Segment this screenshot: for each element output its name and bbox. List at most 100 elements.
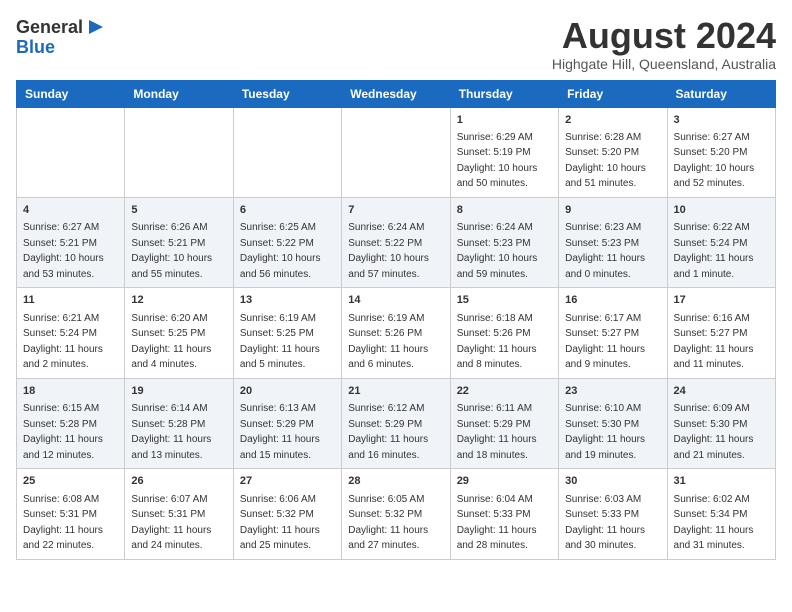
day-info: Sunrise: 6:06 AM Sunset: 5:32 PM Dayligh… (240, 494, 320, 552)
day-info: Sunrise: 6:27 AM Sunset: 5:20 PM Dayligh… (674, 132, 755, 190)
calendar-cell: 5 Sunrise: 6:26 AM Sunset: 5:21 PM Daylig… (125, 197, 233, 287)
calendar-cell: 19 Sunrise: 6:14 AM Sunset: 5:28 PM Dayli… (125, 378, 233, 468)
calendar-cell: 24 Sunrise: 6:09 AM Sunset: 5:30 PM Dayli… (667, 378, 775, 468)
header-thursday: Thursday (450, 80, 558, 107)
calendar-cell: 29 Sunrise: 6:04 AM Sunset: 5:33 PM Dayli… (450, 469, 558, 559)
day-number: 12 (131, 293, 226, 308)
calendar-cell: 30 Sunrise: 6:03 AM Sunset: 5:33 PM Dayli… (559, 469, 667, 559)
calendar-cell: 21 Sunrise: 6:12 AM Sunset: 5:29 PM Dayli… (342, 378, 450, 468)
calendar-cell: 6 Sunrise: 6:25 AM Sunset: 5:22 PM Daylig… (233, 197, 341, 287)
day-number: 30 (565, 474, 660, 489)
calendar-cell: 20Sunrise: 6:13 AM Sunset: 5:29 PM Dayli… (233, 378, 341, 468)
calendar-cell (125, 107, 233, 197)
day-number: 22 (457, 384, 552, 399)
day-info: Sunrise: 6:23 AM Sunset: 5:23 PM Dayligh… (565, 222, 645, 280)
day-info: Sunrise: 6:22 AM Sunset: 5:24 PM Dayligh… (674, 222, 754, 280)
calendar-cell: 31 Sunrise: 6:02 AM Sunset: 5:34 PM Dayli… (667, 469, 775, 559)
day-info: Sunrise: 6:28 AM Sunset: 5:20 PM Dayligh… (565, 132, 646, 190)
logo: General Blue (16, 16, 107, 58)
header-tuesday: Tuesday (233, 80, 341, 107)
day-info: Sunrise: 6:12 AM Sunset: 5:29 PM Dayligh… (348, 403, 428, 461)
day-number: 13 (240, 293, 335, 308)
header-saturday: Saturday (667, 80, 775, 107)
day-info: Sunrise: 6:08 AM Sunset: 5:31 PM Dayligh… (23, 494, 103, 552)
day-number: 9 (565, 203, 660, 218)
day-number: 8 (457, 203, 552, 218)
calendar-cell: 12Sunrise: 6:20 AM Sunset: 5:25 PM Dayli… (125, 288, 233, 378)
day-number: 21 (348, 384, 443, 399)
header-friday: Friday (559, 80, 667, 107)
day-number: 25 (23, 474, 118, 489)
day-number: 29 (457, 474, 552, 489)
day-info: Sunrise: 6:24 AM Sunset: 5:22 PM Dayligh… (348, 222, 429, 280)
day-number: 19 (131, 384, 226, 399)
day-number: 1 (457, 113, 552, 128)
day-number: 11 (23, 293, 118, 308)
day-number: 23 (565, 384, 660, 399)
day-info: Sunrise: 6:14 AM Sunset: 5:28 PM Dayligh… (131, 403, 211, 461)
calendar-cell (342, 107, 450, 197)
day-number: 27 (240, 474, 335, 489)
day-number: 2 (565, 113, 660, 128)
day-number: 28 (348, 474, 443, 489)
calendar-cell: 13 Sunrise: 6:19 AM Sunset: 5:25 PM Dayli… (233, 288, 341, 378)
calendar-cell: 2 Sunrise: 6:28 AM Sunset: 5:20 PM Daylig… (559, 107, 667, 197)
day-info: Sunrise: 6:15 AM Sunset: 5:28 PM Dayligh… (23, 403, 103, 461)
day-info: Sunrise: 6:05 AM Sunset: 5:32 PM Dayligh… (348, 494, 428, 552)
day-number: 24 (674, 384, 769, 399)
calendar-cell: 15Sunrise: 6:18 AM Sunset: 5:26 PM Dayli… (450, 288, 558, 378)
day-info: Sunrise: 6:11 AM Sunset: 5:29 PM Dayligh… (457, 403, 537, 461)
day-number: 18 (23, 384, 118, 399)
calendar-cell: 18 Sunrise: 6:15 AM Sunset: 5:28 PM Dayli… (17, 378, 125, 468)
calendar-week-5: 25 Sunrise: 6:08 AM Sunset: 5:31 PM Dayli… (17, 469, 776, 559)
day-info: Sunrise: 6:21 AM Sunset: 5:24 PM Dayligh… (23, 313, 103, 371)
header-sunday: Sunday (17, 80, 125, 107)
calendar-cell: 27 Sunrise: 6:06 AM Sunset: 5:32 PM Dayli… (233, 469, 341, 559)
day-number: 16 (565, 293, 660, 308)
header-monday: Monday (125, 80, 233, 107)
day-info: Sunrise: 6:03 AM Sunset: 5:33 PM Dayligh… (565, 494, 645, 552)
calendar-cell: 16Sunrise: 6:17 AM Sunset: 5:27 PM Dayli… (559, 288, 667, 378)
day-info: Sunrise: 6:24 AM Sunset: 5:23 PM Dayligh… (457, 222, 538, 280)
logo-general: General (16, 18, 83, 36)
day-number: 5 (131, 203, 226, 218)
day-info: Sunrise: 6:25 AM Sunset: 5:22 PM Dayligh… (240, 222, 321, 280)
day-info: Sunrise: 6:04 AM Sunset: 5:33 PM Dayligh… (457, 494, 537, 552)
calendar-cell: 17Sunrise: 6:16 AM Sunset: 5:27 PM Dayli… (667, 288, 775, 378)
day-info: Sunrise: 6:19 AM Sunset: 5:25 PM Dayligh… (240, 313, 320, 371)
day-number: 7 (348, 203, 443, 218)
calendar-cell: 11 Sunrise: 6:21 AM Sunset: 5:24 PM Dayli… (17, 288, 125, 378)
day-info: Sunrise: 6:27 AM Sunset: 5:21 PM Dayligh… (23, 222, 104, 280)
header-wednesday: Wednesday (342, 80, 450, 107)
day-number: 31 (674, 474, 769, 489)
day-number: 14 (348, 293, 443, 308)
calendar-cell: 22 Sunrise: 6:11 AM Sunset: 5:29 PM Dayli… (450, 378, 558, 468)
day-info: Sunrise: 6:19 AM Sunset: 5:26 PM Dayligh… (348, 313, 428, 371)
calendar-cell: 10Sunrise: 6:22 AM Sunset: 5:24 PM Dayli… (667, 197, 775, 287)
day-info: Sunrise: 6:26 AM Sunset: 5:21 PM Dayligh… (131, 222, 212, 280)
page-title: August 2024 (552, 16, 776, 56)
day-number: 17 (674, 293, 769, 308)
calendar-cell (17, 107, 125, 197)
day-info: Sunrise: 6:02 AM Sunset: 5:34 PM Dayligh… (674, 494, 754, 552)
calendar-week-1: 1Sunrise: 6:29 AM Sunset: 5:19 PM Daylig… (17, 107, 776, 197)
page-header: General Blue August 2024 Highgate Hill, … (16, 16, 776, 72)
day-number: 3 (674, 113, 769, 128)
title-section: August 2024 Highgate Hill, Queensland, A… (552, 16, 776, 72)
day-info: Sunrise: 6:07 AM Sunset: 5:31 PM Dayligh… (131, 494, 211, 552)
calendar-cell: 4 Sunrise: 6:27 AM Sunset: 5:21 PM Daylig… (17, 197, 125, 287)
day-info: Sunrise: 6:10 AM Sunset: 5:30 PM Dayligh… (565, 403, 645, 461)
calendar-cell: 9 Sunrise: 6:23 AM Sunset: 5:23 PM Daylig… (559, 197, 667, 287)
day-info: Sunrise: 6:13 AM Sunset: 5:29 PM Dayligh… (240, 403, 320, 461)
calendar-cell: 14 Sunrise: 6:19 AM Sunset: 5:26 PM Dayli… (342, 288, 450, 378)
calendar-week-4: 18 Sunrise: 6:15 AM Sunset: 5:28 PM Dayli… (17, 378, 776, 468)
day-number: 6 (240, 203, 335, 218)
day-info: Sunrise: 6:09 AM Sunset: 5:30 PM Dayligh… (674, 403, 754, 461)
calendar-cell: 28 Sunrise: 6:05 AM Sunset: 5:32 PM Dayli… (342, 469, 450, 559)
day-number: 26 (131, 474, 226, 489)
calendar-cell: 8 Sunrise: 6:24 AM Sunset: 5:23 PM Daylig… (450, 197, 558, 287)
day-number: 4 (23, 203, 118, 218)
day-number: 15 (457, 293, 552, 308)
logo-icon (85, 16, 107, 38)
calendar-header-row: SundayMondayTuesdayWednesdayThursdayFrid… (17, 80, 776, 107)
